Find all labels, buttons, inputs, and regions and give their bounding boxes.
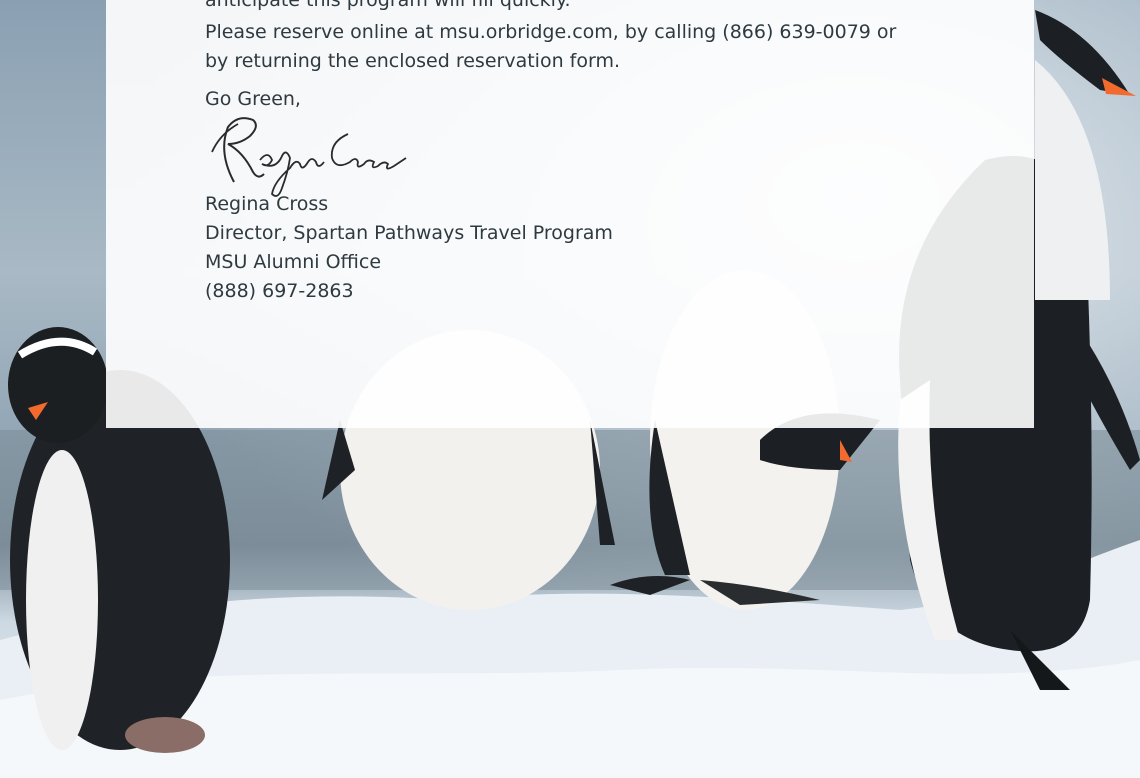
letter-page: anticipate this program will fill quickl…	[0, 0, 1140, 778]
letter-card: anticipate this program will fill quickl…	[106, 0, 1034, 428]
closing-salutation: Go Green,	[205, 88, 301, 110]
reservation-paragraph: Please reserve online at msu.orbridge.co…	[205, 21, 897, 72]
signature-image	[211, 117, 407, 197]
signer-name: Regina Cross	[205, 193, 329, 215]
penguin-far-right	[1035, 10, 1136, 300]
signer-phone: (888) 697-2863	[205, 280, 354, 302]
signer-office: MSU Alumni Office	[205, 251, 382, 273]
signer-title: Director, Spartan Pathways Travel Progra…	[205, 222, 613, 244]
signature-block: Regina Cross Director, Spartan Pathways …	[205, 190, 613, 306]
intro-text-tail: anticipate this program will fill quickl…	[205, 0, 571, 11]
